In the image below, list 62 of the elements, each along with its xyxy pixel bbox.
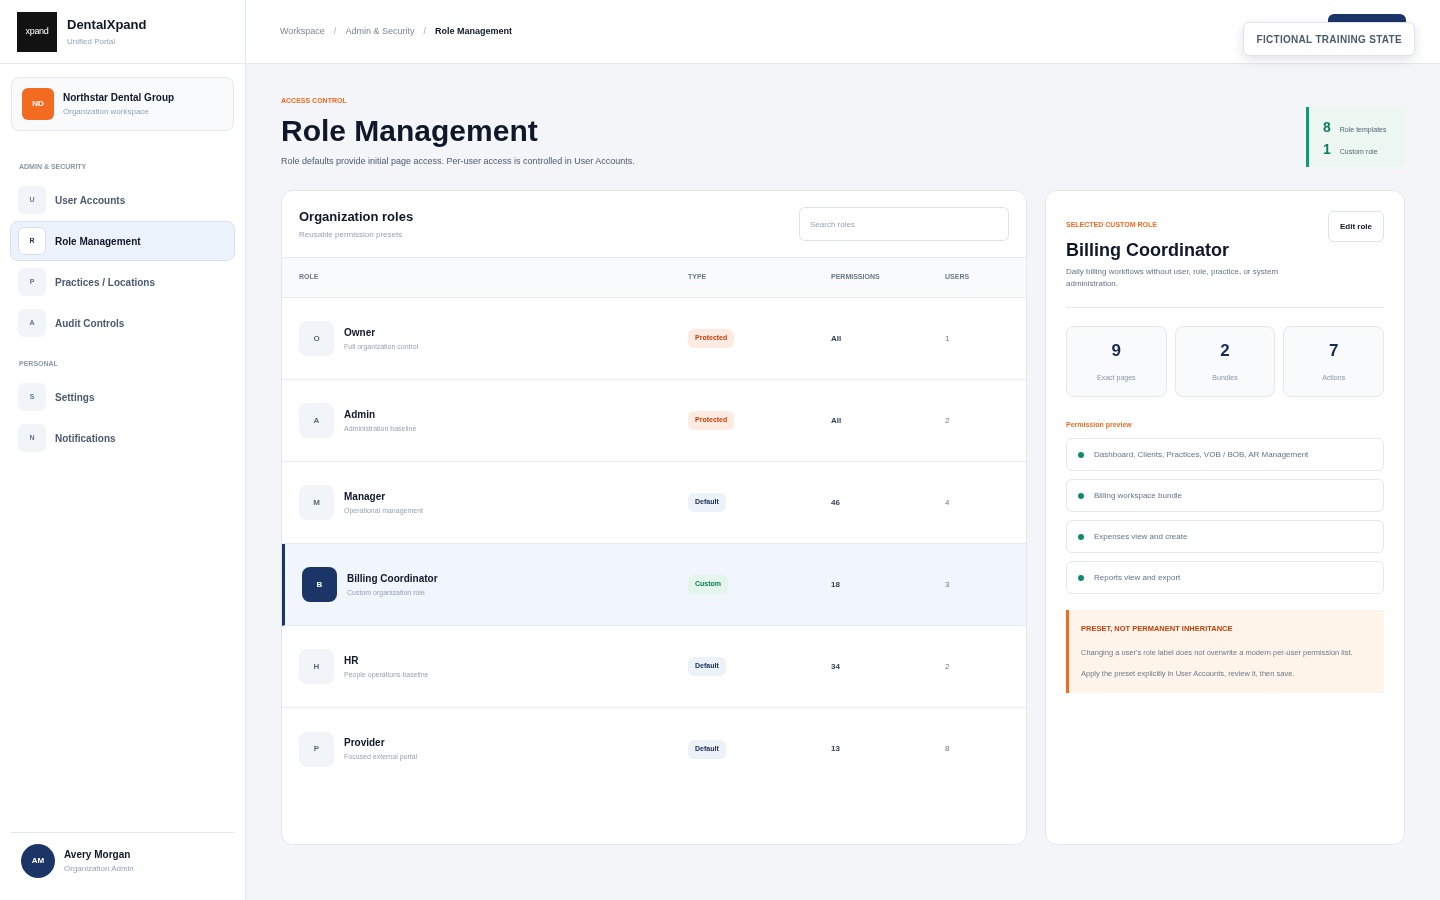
breadcrumb-separator: / bbox=[333, 24, 337, 38]
role-initial: B bbox=[302, 567, 337, 602]
edit-role-button[interactable]: Edit role bbox=[1328, 211, 1384, 242]
role-name: HR bbox=[344, 653, 360, 667]
detail-title: Billing Coordinator bbox=[1066, 239, 1230, 261]
users-count: 1 bbox=[945, 332, 950, 345]
role-name: Billing Coordinator bbox=[347, 571, 438, 585]
users-count: 8 bbox=[945, 743, 950, 755]
header-button[interactable] bbox=[1328, 14, 1406, 22]
summary-value: 8 bbox=[1323, 118, 1331, 137]
card-title: Organization roles bbox=[299, 208, 414, 225]
dot-icon bbox=[1078, 533, 1084, 540]
organization-card[interactable]: ND Northstar Dental Group Organization workspace bbox=[11, 77, 234, 131]
organization-name: Northstar Dental Group bbox=[63, 91, 175, 104]
user-avatar: AM bbox=[21, 844, 55, 878]
role-name: Manager bbox=[344, 489, 387, 503]
permissions-count: All bbox=[831, 414, 842, 427]
permission-text: Reports view and export bbox=[1094, 571, 1181, 584]
role-name: Owner bbox=[344, 325, 377, 339]
users-count: 4 bbox=[945, 496, 950, 509]
permissions-count: 46 bbox=[831, 496, 840, 509]
dot-icon bbox=[1078, 451, 1084, 458]
permissions-count: All bbox=[831, 332, 842, 345]
breadcrumb-link[interactable]: Role Management bbox=[434, 24, 512, 39]
role-name: Provider bbox=[344, 736, 386, 749]
app-name: DentalXpand bbox=[67, 16, 147, 33]
users-count: 2 bbox=[945, 414, 950, 427]
dot-icon bbox=[1078, 492, 1084, 499]
user-name: Avery Morgan bbox=[64, 848, 132, 861]
organization-subtitle: Organization workspace bbox=[63, 106, 150, 117]
breadcrumb-link[interactable]: Workspace bbox=[280, 24, 325, 39]
role-initial: P bbox=[299, 731, 334, 767]
dot-icon bbox=[1078, 574, 1084, 581]
role-initial: A bbox=[299, 403, 334, 438]
permissions-count: 34 bbox=[831, 660, 840, 673]
breadcrumb-separator: / bbox=[423, 24, 426, 38]
permissions-count: 13 bbox=[831, 743, 840, 755]
permission-text: Billing workspace bundle bbox=[1094, 489, 1183, 502]
summary-value: 1 bbox=[1323, 140, 1331, 159]
permission-text: Dashboard, Clients, Practices, VOB / BOB, AR Management bbox=[1094, 448, 1309, 461]
role-initial: O bbox=[299, 321, 334, 356]
stat-value: 7 bbox=[1328, 340, 1339, 362]
role-initial: H bbox=[299, 649, 334, 684]
stat-value: 2 bbox=[1220, 340, 1230, 362]
stat-value: 9 bbox=[1111, 340, 1122, 362]
page-description: Role defaults provide initial page access. Per-user access is controlled in User Accounts. bbox=[281, 155, 635, 167]
user-role: Organization Admin bbox=[64, 863, 134, 874]
role-name: Admin bbox=[344, 407, 377, 421]
training-banner: FICTIONAL TRAINING STATE bbox=[1243, 22, 1415, 56]
page-title: Role Management bbox=[281, 113, 539, 149]
organization-initials: ND bbox=[22, 88, 54, 120]
app-subtitle: Unified Portal bbox=[67, 35, 117, 47]
permission-text: Expenses view and create bbox=[1094, 530, 1188, 543]
users-count: 2 bbox=[945, 660, 950, 673]
breadcrumb-link[interactable]: Admin & Security bbox=[345, 24, 415, 39]
permissions-count: 18 bbox=[831, 578, 840, 591]
role-initial: M bbox=[299, 485, 334, 520]
search-field[interactable]: Search roles bbox=[799, 207, 1009, 241]
logo: xpand bbox=[17, 11, 57, 52]
detail-description: Daily billing workflows without user, role, practice, or system administration. bbox=[1066, 266, 1280, 290]
users-count: 3 bbox=[945, 578, 950, 591]
card-subtitle: Reusable permission presets bbox=[299, 228, 404, 240]
